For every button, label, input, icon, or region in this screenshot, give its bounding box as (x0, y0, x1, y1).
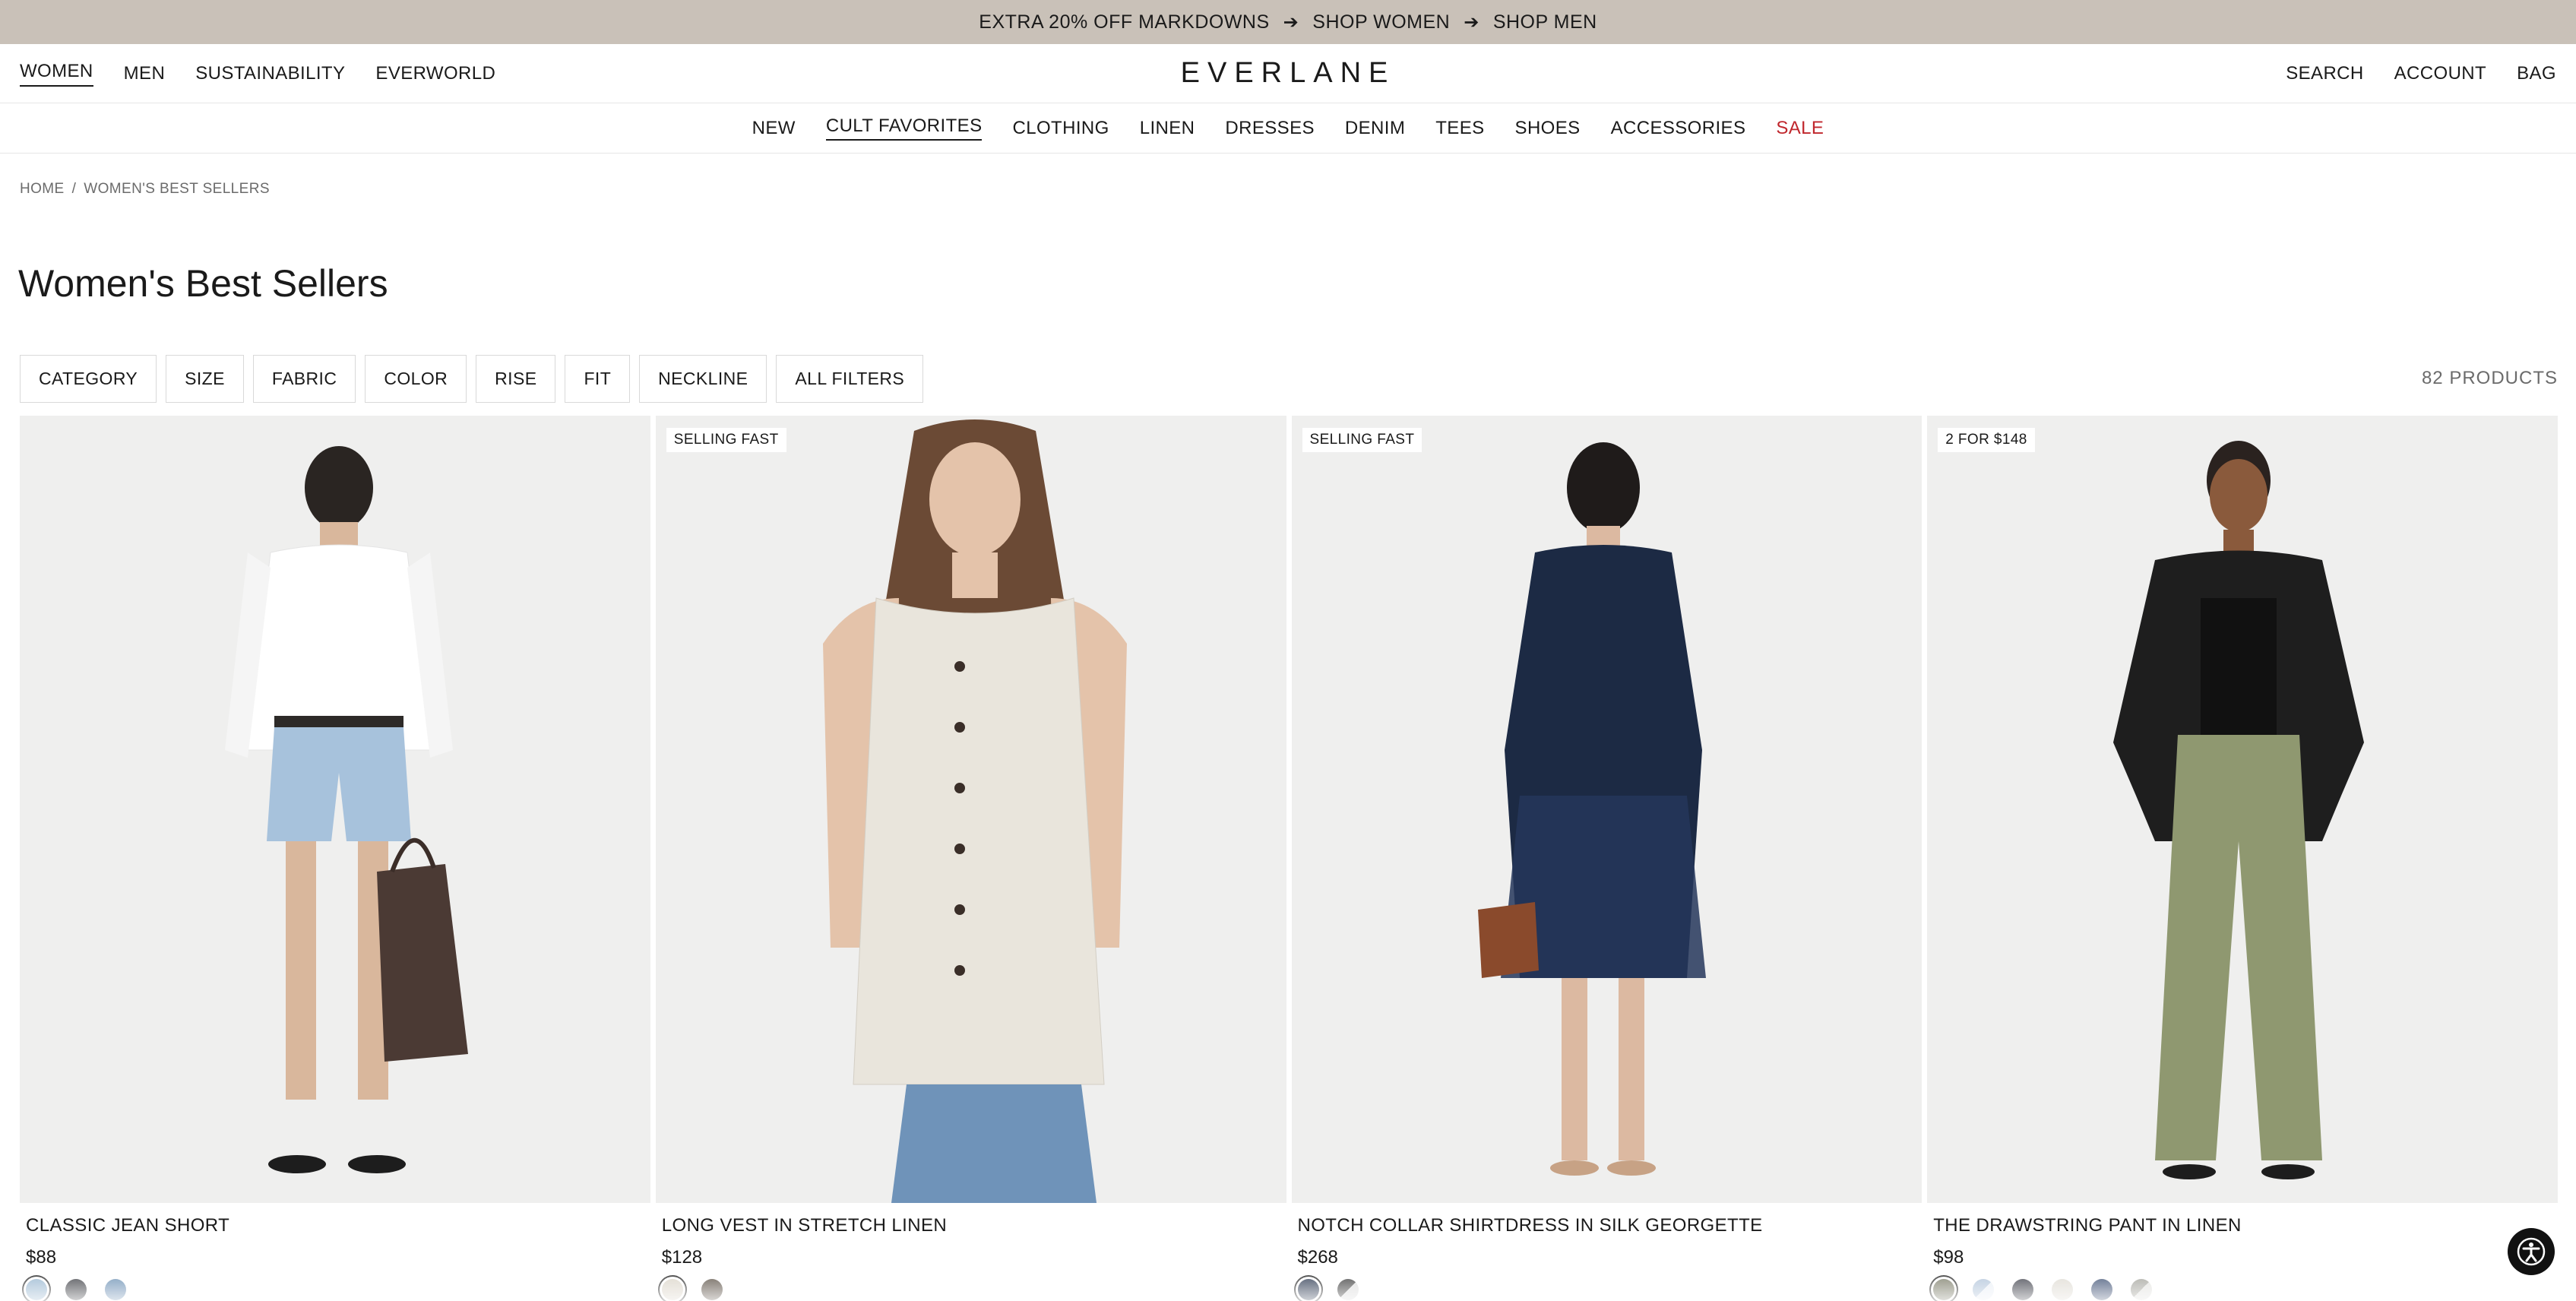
accessibility-icon[interactable] (2508, 1228, 2555, 1275)
color-swatch[interactable] (65, 1279, 87, 1300)
color-swatch[interactable] (1337, 1279, 1359, 1300)
color-swatches (1933, 1279, 2558, 1300)
color-swatch[interactable] (2052, 1279, 2074, 1300)
filter-category-button[interactable]: CATEGORY (20, 355, 157, 403)
product-card[interactable]: SELLING FAST NOTCH COLLAR SHIRTDRESS IN … (1291, 416, 1923, 1300)
color-swatch[interactable] (701, 1279, 723, 1300)
main-header: WOMEN MEN SUSTAINABILITY EVERWORLD EVERL… (0, 44, 2576, 103)
filter-fit-button[interactable]: FIT (565, 355, 631, 403)
nav-men[interactable]: MEN (124, 63, 166, 84)
cat-accessories[interactable]: ACCESSORIES (1611, 118, 1746, 139)
color-swatch[interactable] (2131, 1279, 2153, 1300)
model-figure (822, 419, 1127, 1203)
color-swatch[interactable] (1933, 1279, 1955, 1300)
product-card[interactable]: SELLING FAST LONG VEST IN STRETCH LINEN … (655, 416, 1286, 1300)
product-price: $88 (26, 1247, 57, 1268)
product-badge: SELLING FAST (1302, 428, 1422, 452)
breadcrumb-separator: / (71, 181, 77, 197)
product-card[interactable]: 2 FOR $148 THE DRAWSTRING PANT IN LINEN … (1927, 416, 2558, 1300)
color-swatches (661, 1279, 1286, 1300)
product-name[interactable]: NOTCH COLLAR SHIRTDRESS IN SILK GEORGETT… (1298, 1215, 1923, 1236)
product-image[interactable] (20, 416, 650, 1203)
shop-men-link[interactable]: SHOP MEN (1493, 11, 1597, 33)
model-figure (2113, 441, 2365, 1179)
color-swatch[interactable] (661, 1279, 683, 1300)
color-swatch[interactable] (1973, 1279, 1995, 1300)
product-image[interactable]: SELLING FAST (1291, 416, 1923, 1203)
product-count: 82 PRODUCTS (2421, 368, 2558, 388)
arrow-right-icon: ➔ (1464, 11, 1479, 33)
nav-everworld[interactable]: EVERWORLD (375, 63, 495, 84)
color-swatch[interactable] (2012, 1279, 2034, 1300)
primary-nav: WOMEN MEN SUSTAINABILITY EVERWORLD (20, 61, 495, 87)
cat-shoes[interactable]: SHOES (1515, 118, 1581, 139)
color-swatch[interactable] (2091, 1279, 2113, 1300)
promo-text: EXTRA 20% OFF MARKDOWNS (979, 11, 1270, 33)
cat-dresses[interactable]: DRESSES (1225, 118, 1315, 139)
account-link[interactable]: ACCOUNT (2394, 63, 2486, 84)
product-card[interactable]: CLASSIC JEAN SHORT $88 (20, 416, 650, 1300)
color-swatch[interactable] (26, 1279, 47, 1300)
product-grid: CLASSIC JEAN SHORT $88 SELLING FAST LONG… (20, 416, 2558, 1300)
bag-link[interactable]: BAG (2517, 63, 2556, 84)
cat-new[interactable]: NEW (752, 118, 796, 139)
logo[interactable]: EVERLANE (1181, 57, 1396, 90)
product-name[interactable]: CLASSIC JEAN SHORT (26, 1215, 650, 1236)
cat-clothing[interactable]: CLOTHING (1012, 118, 1109, 139)
nav-women[interactable]: WOMEN (20, 61, 93, 87)
filter-color-button[interactable]: COLOR (365, 355, 467, 403)
page-title: Women's Best Sellers (18, 262, 388, 305)
product-image[interactable]: 2 FOR $148 (1927, 416, 2558, 1203)
promo-banner: EXTRA 20% OFF MARKDOWNS ➔ SHOP WOMEN ➔ S… (0, 0, 2576, 44)
cat-sale[interactable]: SALE (1776, 118, 1824, 139)
product-price: $98 (1933, 1247, 1964, 1268)
color-swatch[interactable] (1297, 1279, 1319, 1300)
breadcrumb: HOME / WOMEN'S BEST SELLERS (20, 181, 270, 198)
cat-denim[interactable]: DENIM (1345, 118, 1405, 139)
product-price: $268 (1297, 1247, 1338, 1268)
nav-sustainability[interactable]: SUSTAINABILITY (195, 63, 345, 84)
filter-bar: CATEGORY SIZE FABRIC COLOR RISE FIT NECK… (20, 355, 924, 403)
filter-fabric-button[interactable]: FABRIC (252, 355, 356, 403)
all-filters-button[interactable]: ALL FILTERS (776, 355, 924, 403)
search-link[interactable]: SEARCH (2286, 63, 2363, 84)
breadcrumb-current[interactable]: WOMEN'S BEST SELLERS (84, 181, 270, 198)
product-price: $128 (661, 1247, 703, 1268)
filter-neckline-button[interactable]: NECKLINE (639, 355, 767, 403)
shop-women-link[interactable]: SHOP WOMEN (1312, 11, 1450, 33)
product-badge: SELLING FAST (666, 428, 786, 452)
product-name[interactable]: THE DRAWSTRING PANT IN LINEN (1933, 1215, 2558, 1236)
color-swatches (26, 1279, 650, 1300)
cat-tees[interactable]: TEES (1435, 118, 1484, 139)
color-swatch[interactable] (105, 1279, 126, 1300)
product-badge: 2 FOR $148 (1938, 428, 2035, 452)
cat-cult-favorites[interactable]: CULT FAVORITES (825, 116, 983, 141)
model-figure (225, 446, 468, 1173)
category-nav: NEW CULT FAVORITES CLOTHING LINEN DRESSE… (0, 103, 2576, 154)
product-name[interactable]: LONG VEST IN STRETCH LINEN (662, 1215, 1286, 1236)
color-swatches (1297, 1279, 1923, 1300)
breadcrumb-home[interactable]: HOME (20, 181, 65, 198)
cat-linen[interactable]: LINEN (1140, 118, 1195, 139)
product-image[interactable]: SELLING FAST (655, 416, 1286, 1203)
model-figure (1477, 442, 1706, 1176)
arrow-right-icon: ➔ (1283, 11, 1299, 33)
accessibility-person-icon (2517, 1237, 2546, 1266)
filter-size-button[interactable]: SIZE (166, 355, 244, 403)
filter-rise-button[interactable]: RISE (476, 355, 556, 403)
utility-nav: SEARCH ACCOUNT BAG (2286, 63, 2556, 84)
